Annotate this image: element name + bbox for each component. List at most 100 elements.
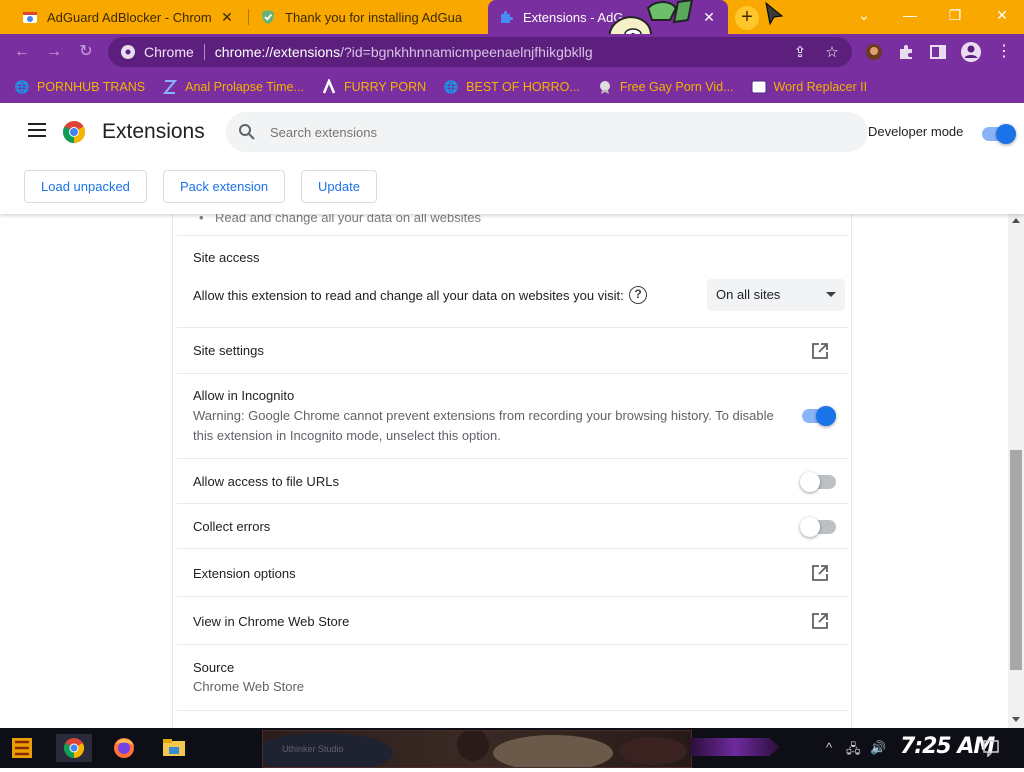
bookmark-item[interactable]: Anal Prolapse Time... (162, 79, 304, 95)
bookmarks-bar: 🌐 PORNHUB TRANS Anal Prolapse Time... FU… (0, 70, 1024, 103)
incognito-warning-line2: this extension in Incognito mode, unsele… (193, 428, 501, 443)
wallpaper-caption: Uthinker Studio (282, 744, 344, 754)
developer-mode-toggle[interactable] (982, 124, 1016, 144)
network-icon[interactable]: 🖧 (846, 740, 861, 762)
extensions-puzzle-icon[interactable] (896, 42, 916, 62)
developer-mode-label: Developer mode (868, 124, 964, 139)
reload-icon[interactable]: ↻ (76, 42, 96, 62)
firefox-taskbar-icon[interactable] (104, 732, 144, 764)
web-store-row[interactable]: View in Chrome Web Store (177, 597, 849, 645)
bookmark-star-icon[interactable]: ☆ (822, 43, 842, 63)
collect-errors-toggle[interactable] (800, 517, 836, 537)
open-in-new-icon[interactable] (811, 342, 829, 360)
adguard-shield-icon (262, 10, 274, 24)
globe-icon: 🌐 (443, 79, 459, 94)
new-tab-button[interactable]: + (735, 6, 759, 30)
open-in-new-icon[interactable] (811, 612, 829, 630)
bookmark-item[interactable]: Free Gay Porn Vid... (597, 79, 734, 95)
mouse-cursor-icon (765, 2, 784, 26)
restore-button[interactable]: ❐ (933, 0, 977, 30)
notifications-icon[interactable] (982, 739, 1000, 757)
bookmark-item[interactable]: FURRY PORN (321, 78, 426, 95)
browser-toolbar: ← → ↻ Chrome chrome://extensions /?id=bg… (0, 34, 1024, 70)
volume-icon[interactable]: 🔊 (870, 740, 886, 756)
chrome-webstore-icon (23, 12, 37, 23)
scrollbar-thumb[interactable] (1010, 450, 1022, 670)
site-info-chip[interactable]: Chrome (120, 44, 194, 60)
site-access-description: Allow this extension to read and change … (193, 288, 624, 303)
incognito-warning-line1: Warning: Google Chrome cannot prevent ex… (193, 408, 774, 423)
permissions-row: • Read and change all your data on all w… (177, 214, 849, 236)
wr-icon (751, 80, 767, 93)
bookmark-label: Word Replacer II (773, 79, 868, 94)
update-button[interactable]: Update (301, 170, 377, 203)
badge-icon (599, 80, 610, 94)
address-bar[interactable]: Chrome chrome://extensions /?id=bgnkhhnn… (108, 37, 852, 67)
scroll-up-arrow-icon[interactable] (1012, 218, 1020, 223)
bookmark-label: PORNHUB TRANS (37, 79, 146, 94)
help-icon[interactable]: ? (629, 286, 647, 304)
close-window-button[interactable]: ✕ (980, 0, 1024, 30)
source-value: Chrome Web Store (193, 679, 305, 694)
share-icon[interactable]: ⇪ (790, 43, 810, 63)
hamburger-menu-icon[interactable] (28, 123, 46, 137)
windows-taskbar: Uthinker Studio ^ 🖧 🔊 7:25 AM (0, 728, 1024, 772)
bullet: • (199, 214, 204, 225)
bookmark-label: Anal Prolapse Time... (185, 79, 304, 94)
dropdown-caret-icon (826, 292, 836, 297)
collect-errors-row: Collect errors (177, 504, 849, 549)
tray-chevron-icon[interactable]: ^ (826, 740, 832, 755)
url-path: /?id=bgnkhhnnamicmpeenaelnjfhikgbkllg (340, 44, 593, 60)
file-urls-label: Allow access to file URLs (193, 474, 339, 489)
search-icon (239, 124, 255, 140)
incognito-row: Allow in Incognito Warning: Google Chrom… (177, 374, 849, 459)
extension-details-page: • Read and change all your data on all w… (0, 214, 1008, 728)
file-urls-toggle[interactable] (800, 472, 836, 492)
profile-extension-avatar-icon[interactable] (864, 42, 884, 62)
web-store-label: View in Chrome Web Store (193, 614, 350, 629)
site-chip-label: Chrome (144, 44, 194, 60)
site-access-selected: On all sites (716, 287, 781, 302)
forward-arrow-icon[interactable]: → (44, 42, 64, 62)
url-host: chrome://extensions (214, 44, 341, 60)
page-scrollbar[interactable] (1008, 214, 1024, 728)
kebab-menu-icon[interactable]: ⋮ (994, 42, 1014, 62)
minimize-button[interactable]: — (888, 0, 932, 30)
omnibox-divider (203, 44, 205, 60)
side-panel-icon[interactable] (928, 42, 948, 62)
open-in-new-icon[interactable] (811, 564, 829, 582)
incognito-toggle[interactable] (802, 406, 836, 426)
source-row: Source Chrome Web Store (177, 645, 849, 711)
page-title: Extensions (102, 120, 205, 143)
file-explorer-taskbar-icon[interactable] (154, 732, 194, 764)
chrome-icon (121, 45, 135, 59)
site-access-dropdown[interactable]: On all sites (707, 279, 845, 311)
search-extensions-box[interactable] (226, 112, 868, 152)
tab-strip: AdGuard AdBlocker - Chrome W ✕ Thank you… (0, 0, 1024, 58)
site-settings-row[interactable]: Site settings (177, 328, 849, 374)
load-unpacked-button[interactable]: Load unpacked (24, 170, 147, 203)
search-input[interactable] (270, 124, 830, 140)
tab-adguard-webstore[interactable]: AdGuard AdBlocker - Chrome W ✕ (12, 0, 246, 34)
tab-title: Thank you for installing AdGua (285, 9, 463, 25)
puzzle-piece-icon (501, 11, 513, 23)
scroll-down-arrow-icon[interactable] (1012, 717, 1020, 722)
tab-close-icon[interactable]: ✕ (218, 9, 236, 26)
chrome-taskbar-icon[interactable] (54, 732, 94, 764)
profile-avatar-icon[interactable] (960, 41, 982, 63)
extension-options-row[interactable]: Extension options (177, 549, 849, 597)
taskbar-clock[interactable]: 7:25 AM (900, 734, 995, 759)
bracket-icon (162, 79, 178, 94)
chrome-logo-icon (63, 121, 85, 143)
bookmark-label: Free Gay Porn Vid... (619, 79, 734, 94)
back-arrow-icon[interactable]: ← (12, 42, 32, 62)
start-button-icon[interactable] (2, 732, 42, 764)
bookmark-item[interactable]: 🌐 BEST OF HORRO... (443, 79, 580, 95)
tab-title: AdGuard AdBlocker - Chrome W (47, 9, 212, 25)
site-access-heading: Site access (193, 250, 260, 265)
pack-extension-button[interactable]: Pack extension (163, 170, 286, 203)
bookmark-item[interactable]: Word Replacer II (751, 79, 868, 95)
bookmark-item[interactable]: 🌐 PORNHUB TRANS (14, 79, 146, 95)
tab-search-dropdown-icon[interactable]: ⌄ (842, 0, 886, 30)
tab-adguard-thanks[interactable]: Thank you for installing AdGua (250, 0, 486, 34)
